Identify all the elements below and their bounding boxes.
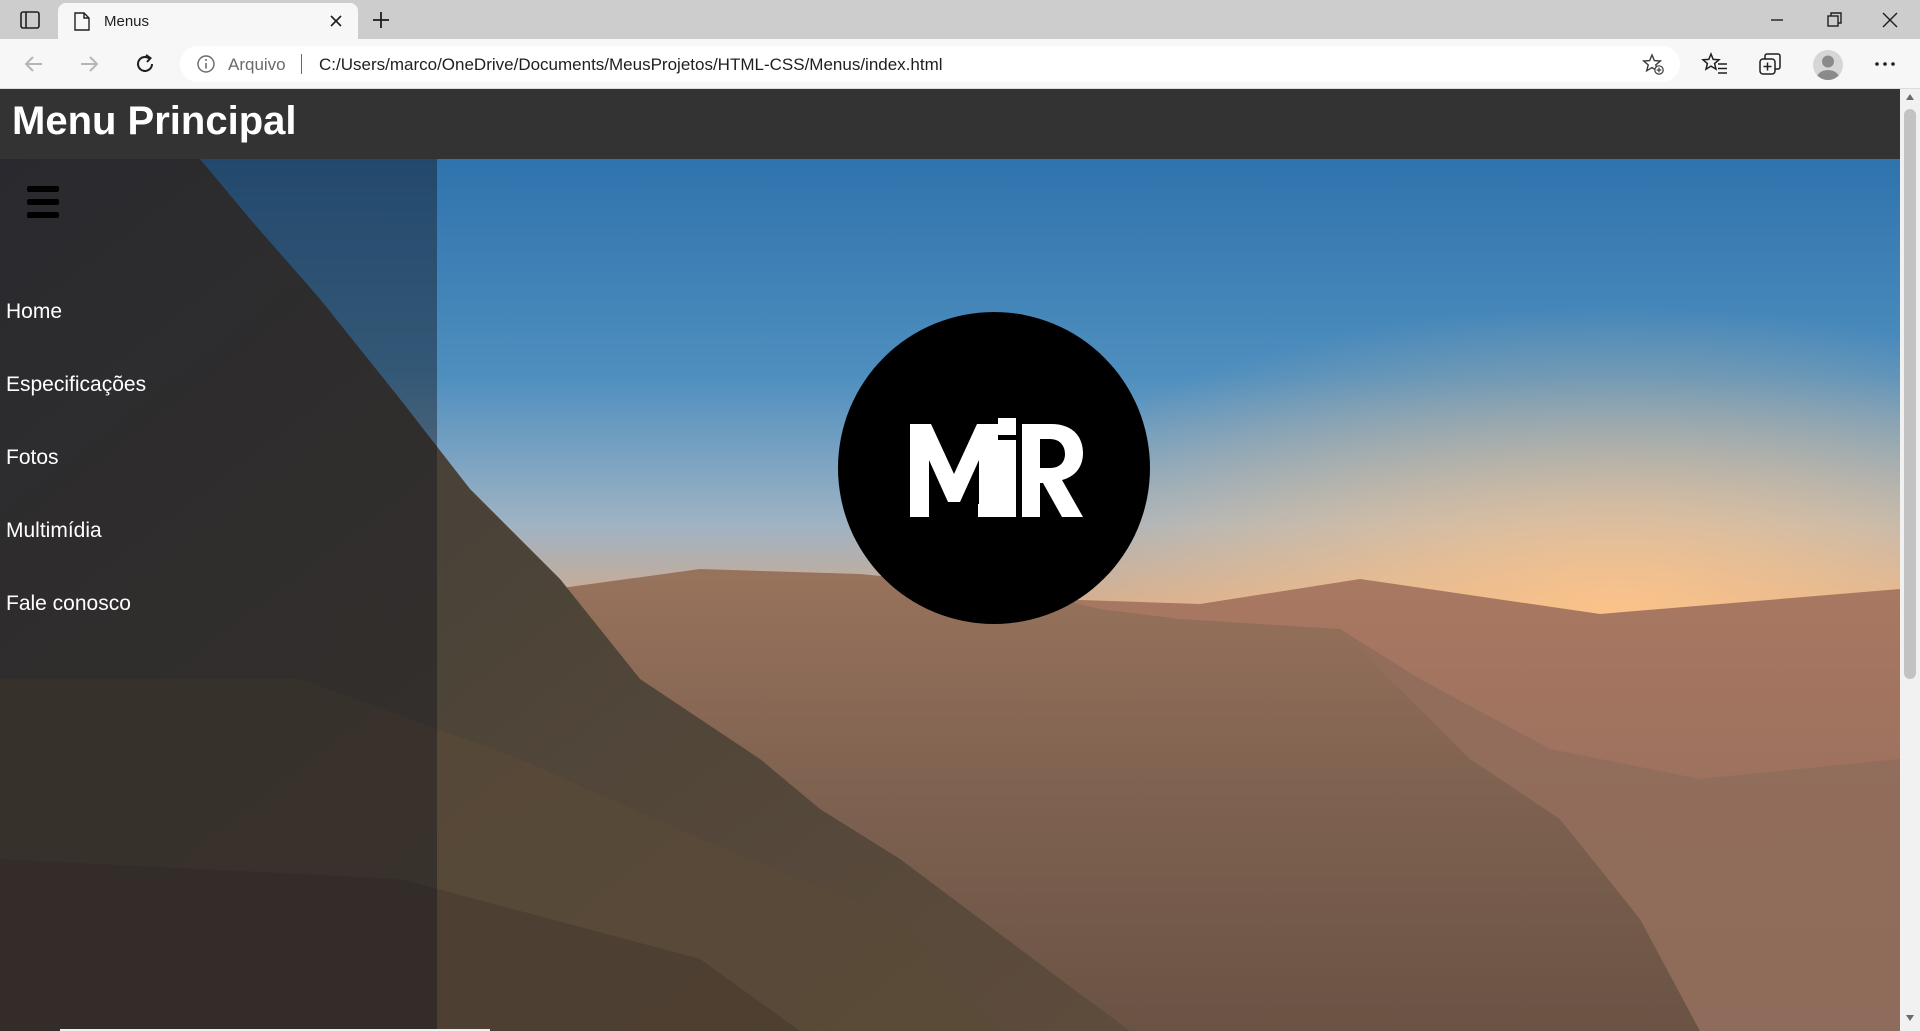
scroll-down-arrow-icon[interactable] xyxy=(1905,1014,1915,1022)
profile-avatar[interactable] xyxy=(1813,50,1843,80)
hamburger-menu-icon[interactable] xyxy=(27,186,59,220)
vertical-scrollbar[interactable] xyxy=(1900,89,1920,1031)
menu-item-home[interactable]: Home xyxy=(0,299,146,325)
close-tab-icon[interactable] xyxy=(329,14,343,28)
scrollbar-thumb[interactable] xyxy=(1904,109,1916,679)
page-viewport: Menu Principal Home Especificações Fotos… xyxy=(0,89,1900,1031)
hero-section: Home Especificações Fotos Multimídia Fal… xyxy=(0,159,1900,1031)
favorites-icon[interactable] xyxy=(1701,50,1729,78)
user-icon xyxy=(1816,55,1840,80)
menu-item-fotos[interactable]: Fotos xyxy=(0,445,146,471)
minimize-window-icon[interactable] xyxy=(1765,9,1789,31)
page-title: Menu Principal xyxy=(12,99,297,143)
menu-list: Home Especificações Fotos Multimídia Fal… xyxy=(0,299,146,664)
collections-icon[interactable] xyxy=(1756,50,1784,78)
side-menu: Home Especificações Fotos Multimídia Fal… xyxy=(0,159,437,1031)
mjr-logo xyxy=(838,312,1150,624)
document-icon xyxy=(74,12,90,31)
back-icon[interactable] xyxy=(20,50,48,78)
browser-toolbar: Arquivo C:/Users/marco/OneDrive/Document… xyxy=(0,39,1920,89)
forward-icon[interactable] xyxy=(75,50,103,78)
url-text[interactable]: C:/Users/marco/OneDrive/Documents/MeusPr… xyxy=(319,55,943,75)
scheme-label: Arquivo xyxy=(228,55,286,74)
refresh-icon[interactable] xyxy=(131,50,159,78)
close-window-icon[interactable] xyxy=(1878,9,1902,31)
scroll-up-arrow-icon[interactable] xyxy=(1905,93,1915,101)
menu-item-multimidia[interactable]: Multimídia xyxy=(0,518,146,544)
info-icon[interactable] xyxy=(196,54,216,74)
address-bar[interactable]: Arquivo C:/Users/marco/OneDrive/Document… xyxy=(180,46,1680,82)
browser-tab-active[interactable]: Menus xyxy=(58,3,358,39)
tab-title: Menus xyxy=(104,13,150,30)
tab-actions-icon xyxy=(20,11,40,29)
more-options-icon[interactable] xyxy=(1871,50,1899,78)
menu-item-especificacoes[interactable]: Especificações xyxy=(0,372,146,398)
page-header: Menu Principal xyxy=(0,89,1900,159)
browser-tabstrip: Menus xyxy=(0,0,1920,39)
restore-window-icon[interactable] xyxy=(1822,9,1846,31)
mjr-logo-mark xyxy=(910,418,1083,517)
add-favorite-icon[interactable] xyxy=(1642,53,1664,75)
address-separator xyxy=(301,54,302,74)
menu-item-fale-conosco[interactable]: Fale conosco xyxy=(0,591,146,617)
tab-actions-button[interactable] xyxy=(16,9,44,31)
new-tab-icon[interactable] xyxy=(370,9,392,31)
